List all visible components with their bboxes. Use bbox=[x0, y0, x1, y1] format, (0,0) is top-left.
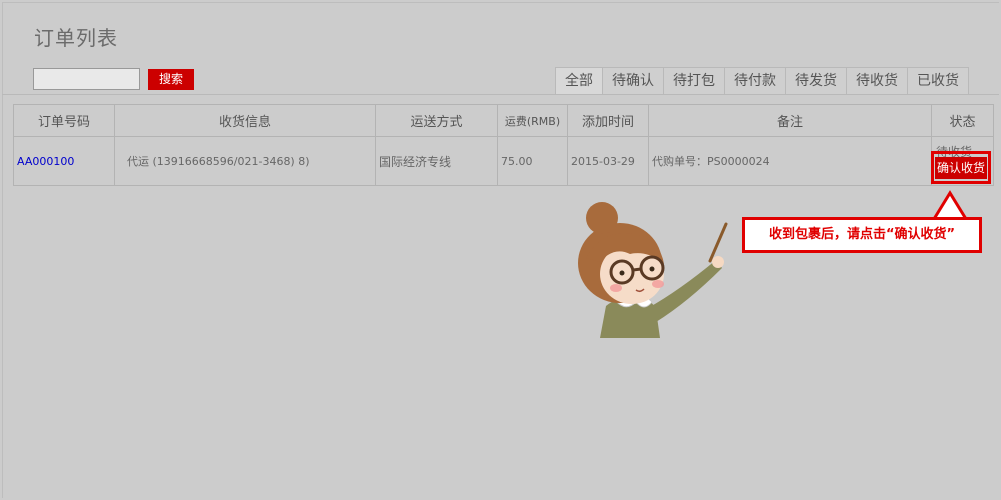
column-header-remark: 备注 bbox=[648, 104, 932, 137]
order-number-link[interactable]: AA000100 bbox=[17, 155, 74, 168]
column-header-fee: 运费(RMB) bbox=[497, 104, 568, 137]
column-header-status: 状态 bbox=[931, 104, 994, 137]
fee-cell: 75.00 bbox=[497, 136, 568, 186]
shipping-info-cell: 代运 (13916668596/021-3468) 8) bbox=[114, 136, 376, 186]
status-tabs: 全部 待确认 待打包 待付款 待发货 待收货 已收货 bbox=[555, 67, 969, 95]
remark-cell: 代购单号：PS0000024 bbox=[648, 136, 932, 186]
tab-pending-receive[interactable]: 待收货 bbox=[847, 67, 908, 94]
table-header-row: 订单号码 收货信息 运送方式 运费(RMB) 添加时间 备注 状态 bbox=[13, 104, 994, 137]
search-button[interactable]: 搜索 bbox=[148, 69, 194, 90]
callout-tooltip: 收到包裹后，请点击“确认收货” bbox=[742, 217, 982, 253]
shipping-method-text: 国际经济专线 bbox=[379, 154, 452, 169]
search-input[interactable] bbox=[33, 68, 140, 90]
tab-pending-ship[interactable]: 待发货 bbox=[786, 67, 847, 94]
tab-pending-payment[interactable]: 待付款 bbox=[725, 67, 786, 94]
added-time-text: 2015-03-29 bbox=[571, 154, 635, 168]
shipping-info-text: 代运 (13916668596/021-3468) 8) bbox=[127, 155, 310, 168]
column-header-added-time: 添加时间 bbox=[567, 104, 649, 137]
tab-all[interactable]: 全部 bbox=[555, 67, 603, 94]
tab-pending-pack[interactable]: 待打包 bbox=[664, 67, 725, 94]
table-row: AA000100 代运 (13916668596/021-3468) 8) 国际… bbox=[13, 136, 994, 186]
cartoon-girl-illustration bbox=[578, 202, 728, 338]
fee-text: 75.00 bbox=[501, 154, 533, 168]
column-header-shipping-info: 收货信息 bbox=[114, 104, 376, 137]
status-cell: 待收货 确认收货 bbox=[931, 136, 994, 186]
added-time-cell: 2015-03-29 bbox=[567, 136, 649, 186]
orders-table: 订单号码 收货信息 运送方式 运费(RMB) 添加时间 备注 状态 AA0001… bbox=[13, 104, 994, 186]
remark-text: 代购单号：PS0000024 bbox=[652, 155, 770, 168]
tab-received[interactable]: 已收货 bbox=[908, 67, 969, 94]
column-header-order-no: 订单号码 bbox=[13, 104, 115, 137]
callout-text: 收到包裹后，请点击“确认收货” bbox=[768, 227, 956, 242]
confirm-receipt-button[interactable]: 确认收货 bbox=[935, 157, 987, 179]
order-no-cell: AA000100 bbox=[13, 136, 115, 186]
page-title: 订单列表 bbox=[34, 26, 118, 50]
shipping-method-cell: 国际经济专线 bbox=[375, 136, 498, 186]
tabs-divider bbox=[2, 94, 999, 95]
column-header-shipping-method: 运送方式 bbox=[375, 104, 498, 137]
tab-pending-confirm[interactable]: 待确认 bbox=[603, 67, 664, 94]
